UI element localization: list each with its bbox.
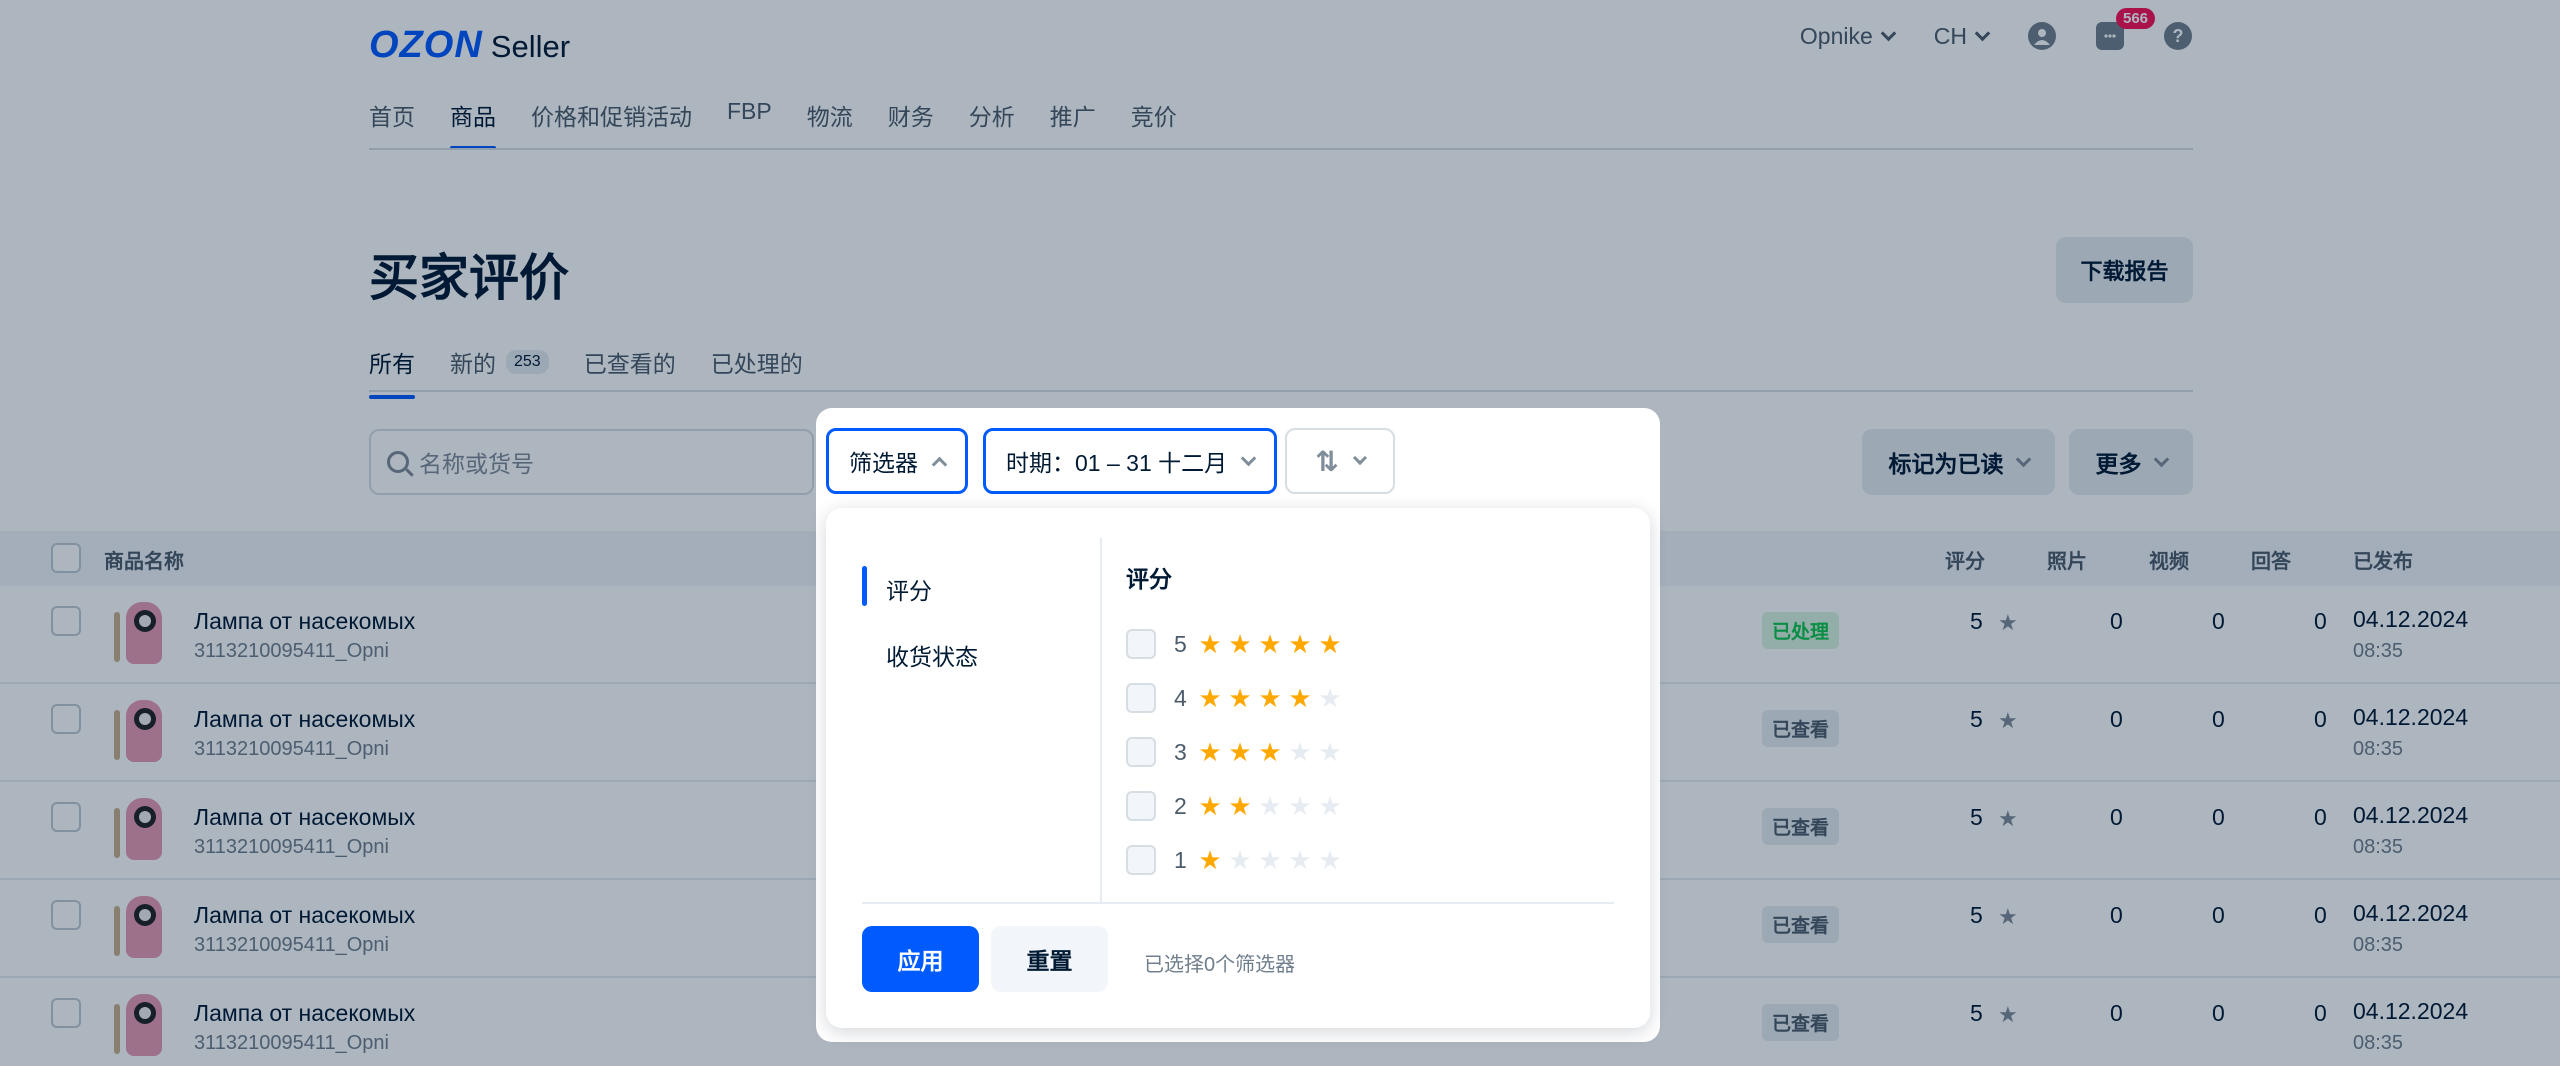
- rating-stars: ★ ★ ★ ★ ★: [1198, 685, 1342, 711]
- star-icon: ★: [1288, 791, 1312, 821]
- star-icon: ★: [1258, 845, 1282, 875]
- rating-checkbox[interactable]: [1126, 845, 1156, 875]
- star-icon: ★: [1318, 683, 1342, 713]
- rating-checkbox[interactable]: [1126, 683, 1156, 713]
- rating-label: 2: [1174, 792, 1187, 819]
- rating-checkbox[interactable]: [1126, 737, 1156, 767]
- rating-option-3[interactable]: 3 ★ ★ ★ ★ ★: [1126, 736, 1342, 768]
- star-icon: ★: [1198, 683, 1222, 713]
- rating-label: 1: [1174, 846, 1187, 873]
- rating-option-5[interactable]: 5 ★ ★ ★ ★ ★: [1126, 628, 1342, 660]
- star-icon: ★: [1318, 791, 1342, 821]
- star-icon: ★: [1228, 629, 1252, 659]
- star-icon: ★: [1288, 737, 1312, 767]
- rating-option-1[interactable]: 1 ★ ★ ★ ★ ★: [1126, 844, 1342, 876]
- rating-label: 4: [1174, 684, 1187, 711]
- star-icon: ★: [1228, 791, 1252, 821]
- filter-label: 筛选器: [849, 450, 918, 476]
- star-icon: ★: [1228, 683, 1252, 713]
- rating-stars: ★ ★ ★ ★ ★: [1198, 631, 1342, 657]
- filter-popup: 筛选器 时期：01 – 31 十二月 ⇅ 评分 收货状态 评分 5 ★ ★ ★ ★ ★ …: [816, 408, 1660, 1042]
- rating-checkbox[interactable]: [1126, 629, 1156, 659]
- sort-button[interactable]: ⇅: [1285, 428, 1395, 494]
- filter-categories: 评分 收货状态: [826, 538, 1102, 902]
- star-icon: ★: [1228, 737, 1252, 767]
- star-icon: ★: [1288, 629, 1312, 659]
- rating-stars: ★ ★ ★ ★ ★: [1198, 793, 1342, 819]
- selected-filters-info: 已选择0个筛选器: [1144, 954, 1296, 976]
- rating-option-2[interactable]: 2 ★ ★ ★ ★ ★: [1126, 790, 1342, 822]
- filter-category-rating[interactable]: 评分: [862, 566, 932, 606]
- star-icon: ★: [1198, 737, 1222, 767]
- star-icon: ★: [1198, 629, 1222, 659]
- sort-arrows-icon: ⇅: [1315, 445, 1339, 477]
- star-icon: ★: [1288, 845, 1312, 875]
- rating-section-title: 评分: [1126, 566, 1172, 592]
- chevron-down-icon: [1240, 450, 1257, 466]
- rating-checkbox[interactable]: [1126, 791, 1156, 821]
- rating-stars: ★ ★ ★ ★ ★: [1198, 739, 1342, 765]
- star-icon: ★: [1318, 737, 1342, 767]
- panel-divider: [862, 902, 1614, 904]
- star-icon: ★: [1318, 629, 1342, 659]
- star-icon: ★: [1228, 845, 1252, 875]
- star-icon: ★: [1198, 845, 1222, 875]
- rating-stars: ★ ★ ★ ★ ★: [1198, 847, 1342, 873]
- star-icon: ★: [1258, 737, 1282, 767]
- apply-button[interactable]: 应用: [862, 926, 979, 992]
- chevron-up-icon: [931, 456, 948, 472]
- rating-option-4[interactable]: 4 ★ ★ ★ ★ ★: [1126, 682, 1342, 714]
- star-icon: ★: [1258, 629, 1282, 659]
- period-label: 时期：01 – 31 十二月: [1006, 450, 1228, 476]
- rating-label: 5: [1174, 630, 1187, 657]
- star-icon: ★: [1258, 791, 1282, 821]
- chevron-down-icon: [1352, 450, 1367, 466]
- filter-panel: 评分 收货状态 评分 5 ★ ★ ★ ★ ★ 4 ★ ★ ★ ★ ★ 3 ★ ★ ★ ★ ★ 2 ★ ★ ★…: [826, 508, 1650, 1028]
- star-icon: ★: [1318, 845, 1342, 875]
- rating-label: 3: [1174, 738, 1187, 765]
- star-icon: ★: [1198, 791, 1222, 821]
- reset-button[interactable]: 重置: [991, 926, 1108, 992]
- filter-button[interactable]: 筛选器: [826, 428, 968, 494]
- filter-category-delivery-status[interactable]: 收货状态: [862, 638, 978, 672]
- star-icon: ★: [1288, 683, 1312, 713]
- period-selector[interactable]: 时期：01 – 31 十二月: [983, 428, 1278, 494]
- star-icon: ★: [1258, 683, 1282, 713]
